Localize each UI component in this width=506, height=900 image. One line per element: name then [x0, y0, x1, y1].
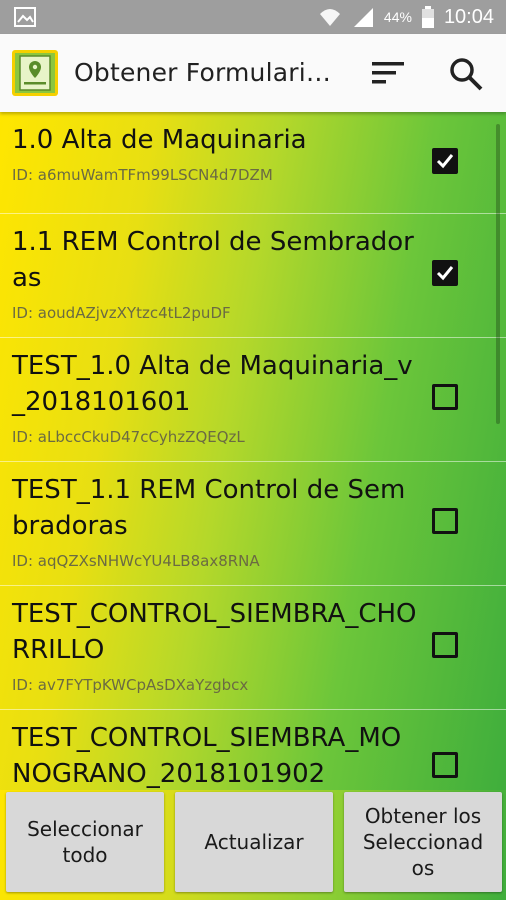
app-bar: Obtener Formularios en Blanco — [0, 34, 506, 112]
form-list[interactable]: 1.0 Alta de Maquinaria ID: a6muWamTFm99L… — [0, 112, 506, 790]
form-checkbox[interactable] — [432, 384, 458, 410]
form-checkbox[interactable] — [432, 752, 458, 778]
sort-icon[interactable] — [368, 56, 408, 90]
list-item[interactable]: 1.0 Alta de Maquinaria ID: a6muWamTFm99L… — [0, 112, 506, 214]
form-name: TEST_1.1 REM Control de Sembradoras — [12, 475, 406, 541]
form-name: TEST_CONTROL_SIEMBRA_MONOGRANO_201810190… — [12, 723, 402, 789]
form-id: ID: aoudAZjvzXYtzc4tL2puDF — [12, 304, 231, 322]
list-item[interactable]: TEST_CONTROL_SIEMBRA_MONOGRANO_201810190… — [0, 710, 506, 790]
get-selected-button[interactable]: Obtener los Seleccionados — [344, 792, 502, 892]
form-name: 1.0 Alta de Maquinaria — [12, 125, 307, 155]
form-checkbox[interactable] — [432, 260, 458, 286]
list-item[interactable]: TEST_1.1 REM Control de Sembradoras ID: … — [0, 462, 506, 586]
list-item[interactable]: TEST_CONTROL_SIEMBRA_CHORRILLO ID: av7FY… — [0, 586, 506, 710]
select-all-button[interactable]: Seleccionar todo — [6, 792, 164, 892]
bottom-button-bar: Seleccionar todo Actualizar Obtener los … — [0, 790, 506, 900]
search-icon[interactable] — [446, 54, 486, 94]
form-name: 1.1 REM Control de Sembradoras — [12, 227, 414, 293]
wifi-icon — [319, 9, 340, 26]
form-checkbox[interactable] — [432, 508, 458, 534]
form-id: ID: aLbccCkuD47cCyhzZQEQzL — [12, 428, 245, 446]
clock: 10:04 — [443, 5, 494, 28]
form-id: ID: a6muWamTFm99LSCN4d7DZM — [12, 166, 273, 184]
form-name: TEST_1.0 Alta de Maquinaria_v_2018101601 — [12, 351, 413, 417]
map-form-icon — [12, 50, 58, 96]
form-checkbox[interactable] — [432, 632, 458, 658]
status-bar: 44% 10:04 — [0, 0, 506, 34]
form-id: ID: av7FYTpKWCpAsDXaYzgbcx — [12, 676, 249, 694]
form-checkbox[interactable] — [432, 148, 458, 174]
list-item[interactable]: 1.1 REM Control de Sembradoras ID: aoudA… — [0, 214, 506, 338]
list-item[interactable]: TEST_1.0 Alta de Maquinaria_v_2018101601… — [0, 338, 506, 462]
battery-icon — [421, 6, 434, 28]
form-id: ID: aqQZXsNHWcYU4LB8ax8RNA — [12, 552, 260, 570]
form-name: TEST_CONTROL_SIEMBRA_CHORRILLO — [12, 599, 417, 665]
refresh-button[interactable]: Actualizar — [175, 792, 333, 892]
image-icon — [14, 7, 36, 27]
signal-icon — [353, 8, 373, 27]
page-title: Obtener Formularios en Blanco — [74, 58, 346, 87]
battery-percent: 44% — [383, 9, 412, 25]
